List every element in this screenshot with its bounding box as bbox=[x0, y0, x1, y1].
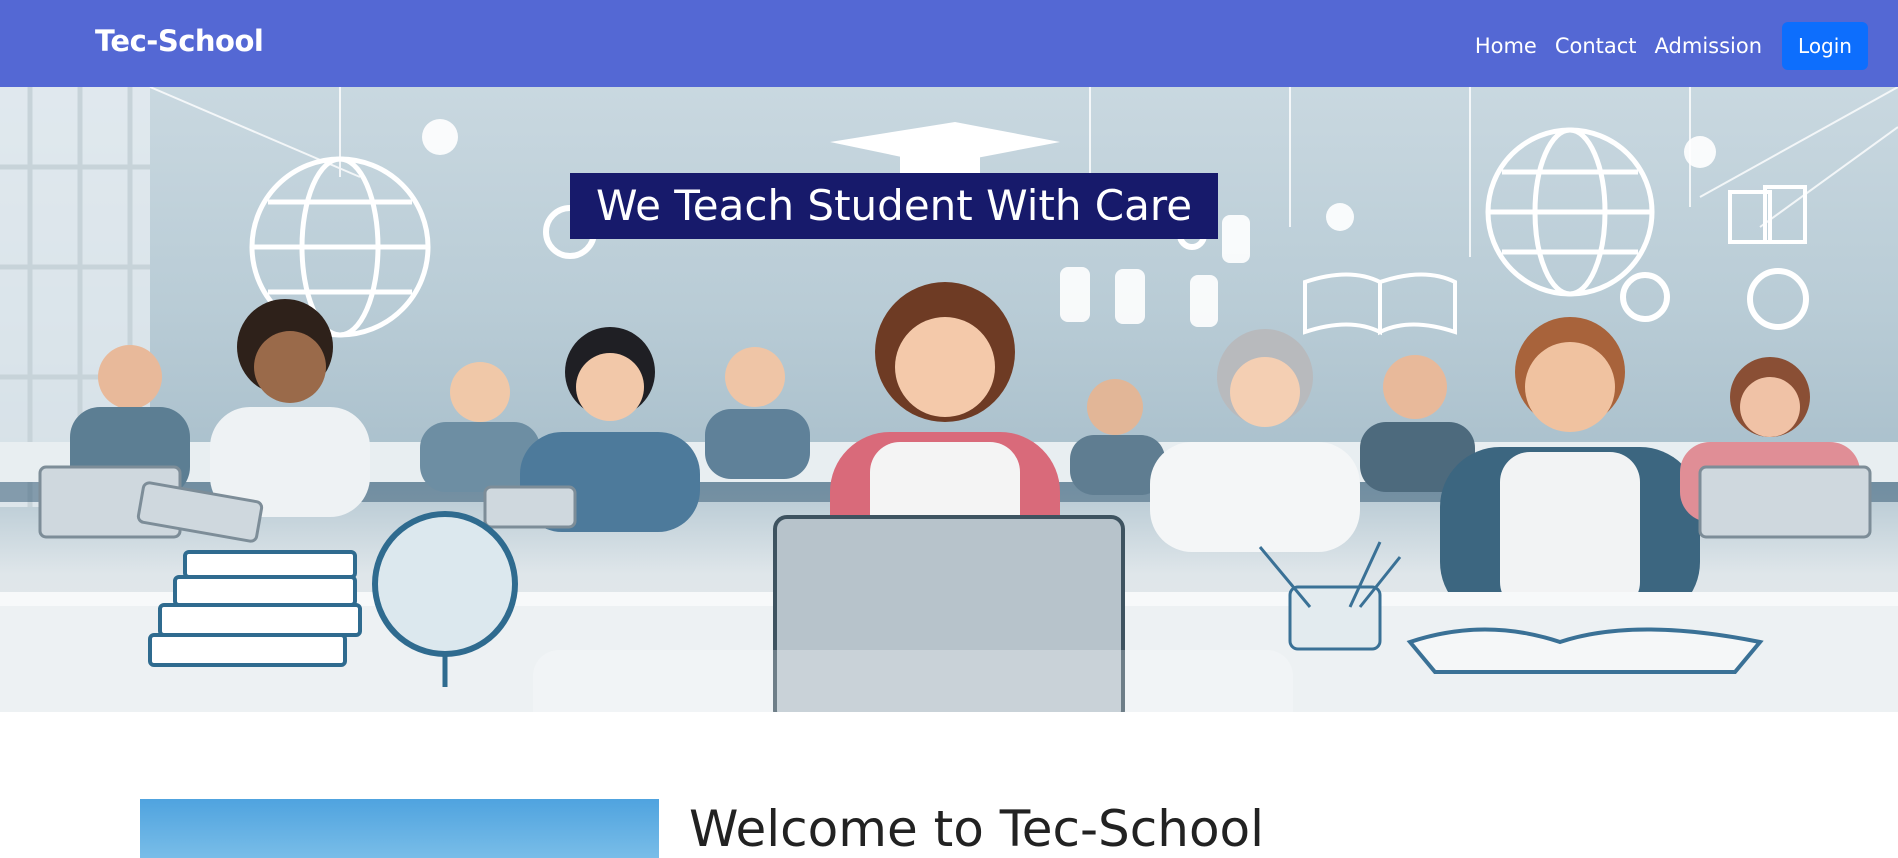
welcome-image bbox=[140, 799, 659, 858]
nav-links: Home Contact Admission Login bbox=[1475, 22, 1868, 70]
navbar: Tec-School Home Contact Admission Login bbox=[0, 0, 1898, 87]
hero-carousel-controls bbox=[533, 650, 1293, 712]
brand-logo[interactable]: Tec-School bbox=[95, 24, 264, 58]
nav-admission-link[interactable]: Admission bbox=[1655, 34, 1763, 58]
welcome-title: Welcome to Tec-School bbox=[689, 800, 1265, 858]
hero-banner: We Teach Student With Care bbox=[0, 87, 1898, 712]
nav-home-link[interactable]: Home bbox=[1475, 34, 1537, 58]
nav-contact-link[interactable]: Contact bbox=[1555, 34, 1637, 58]
login-button[interactable]: Login bbox=[1782, 22, 1868, 70]
hero-title: We Teach Student With Care bbox=[570, 173, 1219, 239]
